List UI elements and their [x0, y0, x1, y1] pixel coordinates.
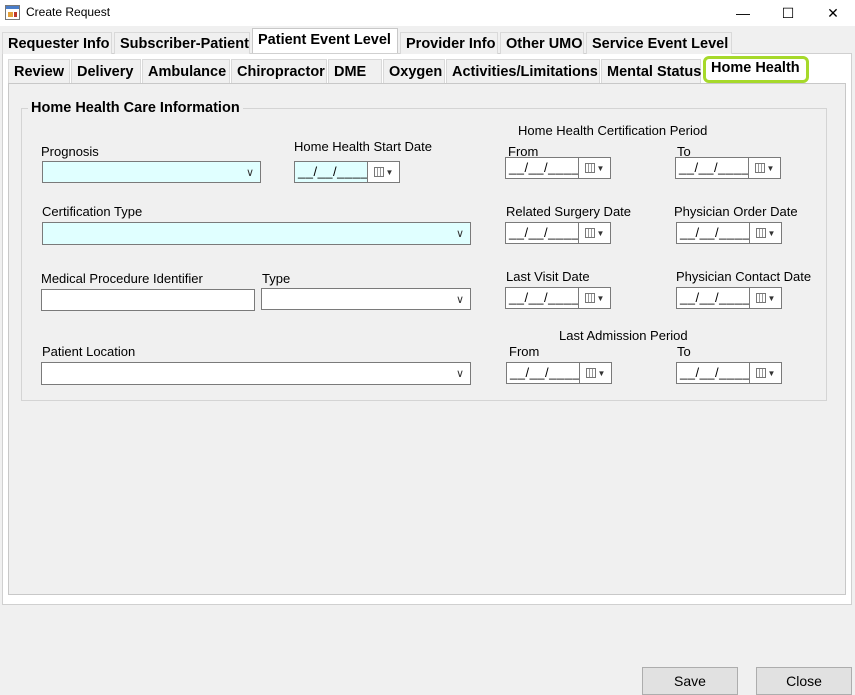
chevron-down-icon: ∨	[455, 367, 465, 380]
physician-order-picker[interactable]: __/__/____ ▼	[676, 222, 782, 244]
calendar-button[interactable]: ▼	[367, 161, 400, 183]
cert-from-field[interactable]: __/__/____	[505, 157, 579, 179]
tab-ambulance[interactable]: Ambulance	[142, 59, 230, 83]
physician-contact-label: Physician Contact Date	[676, 269, 812, 284]
cert-to-field[interactable]: __/__/____	[675, 157, 749, 179]
tab-label: Patient Event Level	[258, 32, 391, 48]
dropdown-arrow-icon: ▼	[766, 163, 775, 173]
save-button[interactable]: Save	[642, 667, 738, 695]
tab-requester-info[interactable]: Requester Info	[2, 32, 112, 54]
calendar-icon	[373, 167, 384, 177]
prognosis-dropdown[interactable]: ∨	[42, 161, 261, 183]
dropdown-arrow-icon: ▼	[767, 293, 776, 303]
admission-to-label: To	[677, 344, 691, 359]
tab-dme[interactable]: DME	[328, 59, 382, 83]
calendar-button[interactable]: ▼	[749, 287, 782, 309]
physician-contact-picker[interactable]: __/__/____ ▼	[676, 287, 782, 309]
cert-period-label: Home Health Certification Period	[518, 123, 708, 138]
dropdown-arrow-icon: ▼	[596, 293, 605, 303]
window-title: Create Request	[26, 5, 111, 19]
calendar-button[interactable]: ▼	[749, 362, 782, 384]
patient-location-dropdown[interactable]: ∨	[41, 362, 471, 385]
last-visit-field[interactable]: __/__/____	[505, 287, 579, 309]
related-surgery-field[interactable]: __/__/____	[505, 222, 579, 244]
calendar-button[interactable]: ▼	[578, 157, 611, 179]
tab-activities-limitations[interactable]: Activities/Limitations	[446, 59, 600, 83]
calendar-button[interactable]: ▼	[748, 157, 781, 179]
type-dropdown[interactable]: ∨	[261, 288, 471, 310]
calendar-icon	[754, 163, 765, 173]
admission-to-field[interactable]: __/__/____	[676, 362, 750, 384]
dropdown-arrow-icon: ▼	[596, 163, 605, 173]
tab-delivery[interactable]: Delivery	[71, 59, 141, 83]
group-title: Home Health Care Information	[28, 100, 243, 116]
tab-other-umo[interactable]: Other UMO	[500, 32, 584, 54]
calendar-icon	[585, 368, 596, 378]
tab-patient-event-level[interactable]: Patient Event Level	[252, 28, 398, 53]
cert-from-picker[interactable]: __/__/____ ▼	[505, 157, 611, 179]
physician-order-field[interactable]: __/__/____	[676, 222, 750, 244]
cert-type-label: Certification Type	[42, 204, 143, 219]
start-date-picker[interactable]: __/__/____ ▼	[294, 161, 400, 183]
tab-provider-info[interactable]: Provider Info	[400, 32, 498, 54]
calendar-icon	[755, 293, 766, 303]
calendar-icon	[755, 228, 766, 238]
tab-subscriber-patient[interactable]: Subscriber-Patient	[114, 32, 250, 54]
calendar-button[interactable]: ▼	[749, 222, 782, 244]
admission-from-field[interactable]: __/__/____	[506, 362, 580, 384]
related-surgery-picker[interactable]: __/__/____ ▼	[505, 222, 611, 244]
admission-from-label: From	[509, 344, 540, 359]
tab-review[interactable]: Review	[8, 59, 70, 83]
patient-location-label: Patient Location	[42, 344, 136, 359]
calendar-icon	[584, 163, 595, 173]
dropdown-arrow-icon: ▼	[596, 228, 605, 238]
tab-oxygen[interactable]: Oxygen	[383, 59, 445, 83]
related-surgery-label: Related Surgery Date	[506, 204, 632, 219]
last-visit-label: Last Visit Date	[506, 269, 590, 284]
dropdown-arrow-icon: ▼	[767, 368, 776, 378]
start-date-field[interactable]: __/__/____	[294, 161, 368, 183]
tab-mental-status[interactable]: Mental Status	[601, 59, 701, 83]
last-admission-label: Last Admission Period	[559, 328, 688, 343]
chevron-down-icon: ∨	[245, 166, 255, 179]
physician-contact-field[interactable]: __/__/____	[676, 287, 750, 309]
title-bar: Create Request — ☐ ✕	[0, 0, 855, 26]
calendar-icon	[584, 228, 595, 238]
dropdown-arrow-icon: ▼	[597, 368, 606, 378]
maximize-button[interactable]: ☐	[765, 0, 811, 26]
tab-home-health[interactable]: Home Health	[703, 56, 809, 83]
calendar-icon	[584, 293, 595, 303]
cert-to-picker[interactable]: __/__/____ ▼	[675, 157, 781, 179]
physician-order-label: Physician Order Date	[674, 204, 798, 219]
prognosis-label: Prognosis	[41, 144, 99, 159]
dropdown-arrow-icon: ▼	[385, 167, 394, 177]
main-tab-strip: Requester Info Subscriber-Patient Patien…	[0, 28, 855, 54]
minimize-button[interactable]: —	[720, 0, 766, 26]
cert-type-dropdown[interactable]: ∨	[42, 222, 471, 245]
calendar-button[interactable]: ▼	[579, 362, 612, 384]
calendar-button[interactable]: ▼	[578, 287, 611, 309]
calendar-icon	[755, 368, 766, 378]
close-window-button[interactable]: ✕	[810, 0, 855, 26]
start-date-label: Home Health Start Date	[294, 139, 433, 154]
type-label: Type	[262, 271, 291, 286]
admission-to-picker[interactable]: __/__/____ ▼	[676, 362, 782, 384]
admission-from-picker[interactable]: __/__/____ ▼	[506, 362, 612, 384]
close-button[interactable]: Close	[756, 667, 852, 695]
tab-service-event-level[interactable]: Service Event Level	[586, 32, 732, 54]
dropdown-arrow-icon: ▼	[767, 228, 776, 238]
chevron-down-icon: ∨	[455, 227, 465, 240]
chevron-down-icon: ∨	[455, 293, 465, 306]
last-visit-picker[interactable]: __/__/____ ▼	[505, 287, 611, 309]
medical-procedure-input[interactable]	[41, 289, 255, 311]
tab-chiropractor[interactable]: Chiropractor	[231, 59, 327, 83]
medical-procedure-label: Medical Procedure Identifier	[41, 271, 203, 286]
sub-tab-strip: Review Delivery Ambulance Chiropractor D…	[5, 56, 850, 83]
calendar-button[interactable]: ▼	[578, 222, 611, 244]
app-icon	[5, 5, 20, 20]
